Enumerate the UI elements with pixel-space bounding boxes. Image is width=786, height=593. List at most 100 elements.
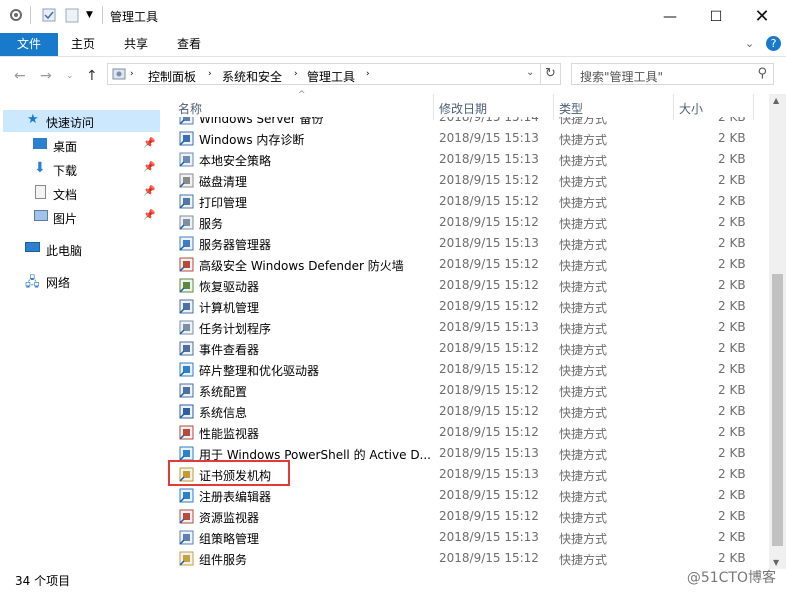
chevron-down-icon[interactable]: ⌄ <box>526 67 534 78</box>
column-date[interactable]: 修改日期 <box>439 100 487 117</box>
file-name: Windows 内存诊断 <box>199 133 305 147</box>
shortcut-icon <box>179 383 194 398</box>
chevron-right-icon[interactable]: › <box>130 69 134 79</box>
picture-icon <box>34 210 48 221</box>
table-row[interactable]: 系统信息 2018/9/15 15:12 快捷方式 2 KB <box>170 401 770 422</box>
tab-share[interactable]: 共享 <box>110 33 162 56</box>
network-icon: 🖧 <box>25 275 40 290</box>
tab-file[interactable]: 文件 <box>0 33 58 56</box>
table-row[interactable]: Windows Server 备份 2018/9/15 15:14 快捷方式 2 KB <box>170 117 770 128</box>
chevron-right-icon[interactable]: › <box>366 69 370 79</box>
table-row[interactable]: 组策略管理 2018/9/15 15:13 快捷方式 2 KB <box>170 527 770 548</box>
table-row[interactable]: 注册表编辑器 2018/9/15 15:12 快捷方式 2 KB <box>170 485 770 506</box>
refresh-icon[interactable]: ↻ <box>545 66 556 81</box>
pin-icon[interactable]: 📌 <box>143 138 155 149</box>
table-row[interactable]: 高级安全 Windows Defender 防火墙 2018/9/15 15:12… <box>170 254 770 275</box>
file-name: 事件查看器 <box>199 343 260 357</box>
minimize-button[interactable]: — <box>647 0 693 33</box>
shortcut-icon <box>179 509 194 524</box>
table-row[interactable]: Windows 内存诊断 2018/9/15 15:13 快捷方式 2 KB <box>170 128 770 149</box>
breadcrumb-control-panel[interactable]: 控制面板 <box>148 68 196 85</box>
file-type: 快捷方式 <box>559 322 608 336</box>
file-type: 快捷方式 <box>559 469 608 483</box>
scrollbar-thumb[interactable] <box>772 274 783 546</box>
search-icon[interactable]: ⚲ <box>757 66 767 81</box>
file-date: 2018/9/15 15:12 <box>439 425 539 439</box>
shortcut-icon <box>179 152 194 167</box>
document-icon <box>35 185 46 199</box>
file-size: 2 KB <box>718 509 746 523</box>
column-type[interactable]: 类型 <box>559 100 583 117</box>
sidebar-item-network[interactable]: 🖧 网络 <box>0 270 160 292</box>
sidebar-item-label: 网络 <box>46 276 71 290</box>
table-row[interactable]: 恢复驱动器 2018/9/15 15:12 快捷方式 2 KB <box>170 275 770 296</box>
sidebar-item-documents[interactable]: 文档 📌 <box>0 182 160 204</box>
table-row[interactable]: 资源监视器 2018/9/15 15:12 快捷方式 2 KB <box>170 506 770 527</box>
shortcut-icon <box>179 320 194 335</box>
checkmark-icon[interactable] <box>41 7 57 23</box>
table-row[interactable]: 事件查看器 2018/9/15 15:12 快捷方式 2 KB <box>170 338 770 359</box>
table-row[interactable]: 打印管理 2018/9/15 15:12 快捷方式 2 KB <box>170 191 770 212</box>
file-size: 2 KB <box>718 320 746 334</box>
shortcut-icon <box>179 551 194 566</box>
new-folder-icon[interactable] <box>64 7 80 23</box>
maximize-button[interactable]: ☐ <box>693 0 739 33</box>
address-bar[interactable]: › 控制面板 › 系统和安全 › 管理工具 › ⌄ ↻ <box>107 63 561 85</box>
properties-icon[interactable] <box>8 7 24 23</box>
file-type: 快捷方式 <box>559 196 608 210</box>
search-box[interactable]: 搜索"管理工具" ⚲ <box>571 63 774 85</box>
download-icon: ⬇ <box>34 160 46 176</box>
pin-icon[interactable]: 📌 <box>143 186 155 197</box>
file-type: 快捷方式 <box>559 280 608 294</box>
forward-arrow-icon[interactable]: → <box>40 68 52 84</box>
pin-icon[interactable]: 📌 <box>143 162 155 173</box>
table-row[interactable]: 系统配置 2018/9/15 15:12 快捷方式 2 KB <box>170 380 770 401</box>
star-icon: ★ <box>27 112 39 127</box>
file-name: 计算机管理 <box>199 301 260 315</box>
chevron-down-icon[interactable]: ⌄ <box>66 71 74 81</box>
table-row[interactable]: 任务计划程序 2018/9/15 15:13 快捷方式 2 KB <box>170 317 770 338</box>
table-row[interactable]: 本地安全策略 2018/9/15 15:13 快捷方式 2 KB <box>170 149 770 170</box>
table-row[interactable]: 碎片整理和优化驱动器 2018/9/15 15:12 快捷方式 2 KB <box>170 359 770 380</box>
table-row[interactable]: 服务器管理器 2018/9/15 15:13 快捷方式 2 KB <box>170 233 770 254</box>
chevron-down-icon[interactable]: ⌄ <box>745 37 754 50</box>
chevron-right-icon[interactable]: › <box>208 69 212 79</box>
column-name[interactable]: 名称 <box>178 100 202 117</box>
file-size: 2 KB <box>718 299 746 313</box>
help-icon[interactable]: ? <box>766 36 781 51</box>
chevron-right-icon[interactable]: › <box>294 69 298 79</box>
close-button[interactable]: ✕ <box>739 0 785 33</box>
shortcut-icon <box>179 257 194 272</box>
pin-icon[interactable]: 📌 <box>143 210 155 221</box>
scroll-up-icon[interactable]: ▲ <box>773 96 779 105</box>
scroll-down-icon[interactable]: ▼ <box>773 558 779 567</box>
highlight-box <box>168 460 290 486</box>
table-row[interactable]: 组件服务 2018/9/15 15:12 快捷方式 2 KB <box>170 548 770 569</box>
sidebar-item-downloads[interactable]: ⬇ 下载 📌 <box>0 158 160 180</box>
file-type: 快捷方式 <box>559 217 608 231</box>
file-date: 2018/9/15 15:12 <box>439 215 539 229</box>
table-row[interactable]: 计算机管理 2018/9/15 15:12 快捷方式 2 KB <box>170 296 770 317</box>
back-arrow-icon[interactable]: ← <box>14 68 26 84</box>
column-size[interactable]: 大小 <box>679 100 703 117</box>
tab-view[interactable]: 查看 <box>164 33 214 56</box>
chevron-down-icon[interactable]: ▼ <box>86 10 93 20</box>
tab-home[interactable]: 主页 <box>58 33 108 56</box>
table-row[interactable]: 性能监视器 2018/9/15 15:12 快捷方式 2 KB <box>170 422 770 443</box>
table-row[interactable]: 磁盘清理 2018/9/15 15:12 快捷方式 2 KB <box>170 170 770 191</box>
sidebar-item-desktop[interactable]: 桌面 📌 <box>0 134 160 156</box>
file-type: 快捷方式 <box>559 448 608 462</box>
breadcrumb-admin-tools[interactable]: 管理工具 <box>307 68 355 85</box>
table-row[interactable]: 服务 2018/9/15 15:12 快捷方式 2 KB <box>170 212 770 233</box>
sidebar-item-pictures[interactable]: 图片 📌 <box>0 206 160 228</box>
sidebar-item-this-pc[interactable]: 此电脑 <box>0 238 160 260</box>
file-name: 任务计划程序 <box>199 322 272 336</box>
breadcrumb-system-security[interactable]: 系统和安全 <box>222 68 282 85</box>
file-type: 快捷方式 <box>559 427 608 441</box>
file-date: 2018/9/15 15:12 <box>439 299 539 313</box>
file-name: 性能监视器 <box>199 427 260 441</box>
sidebar-item-quick-access[interactable]: ★ 快速访问 <box>3 110 160 132</box>
file-size: 2 KB <box>718 425 746 439</box>
up-arrow-icon[interactable]: ↑ <box>86 68 98 84</box>
vertical-scrollbar[interactable]: ▲ ▼ <box>769 94 786 569</box>
